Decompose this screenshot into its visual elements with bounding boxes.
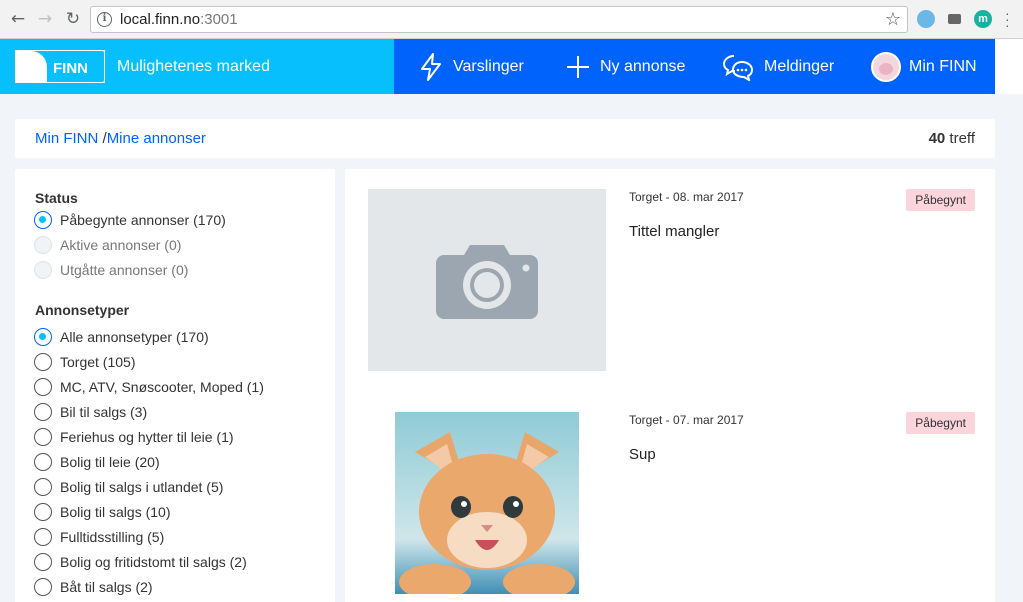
radio-button[interactable] [34, 211, 52, 229]
nav-label: Min FINN [909, 57, 977, 75]
filter-option-label: Torget (105) [60, 354, 136, 370]
address-bar[interactable]: i local.finn.no:3001 ☆ [90, 6, 908, 33]
site-header: FINN Mulighetenes marked Varslinger Ny a… [0, 39, 1023, 94]
filter-option: Utgåtte annonser (0) [34, 260, 188, 280]
results-panel: Torget - 08. mar 2017 Tittel mangler Påb… [345, 169, 995, 602]
radio-button[interactable] [34, 403, 52, 421]
ad-card[interactable]: Torget - 08. mar 2017 Tittel mangler Påb… [345, 169, 995, 371]
m-extension-icon[interactable]: m [974, 10, 992, 28]
filter-option[interactable]: Bolig til salgs i utlandet (5) [34, 477, 223, 497]
filter-option-label: Båt til salgs (2) [60, 579, 153, 595]
browser-menu-icon[interactable]: · · · [1005, 6, 1010, 32]
filter-option[interactable]: Bolig til salgs (10) [34, 502, 171, 522]
info-icon[interactable]: i [97, 12, 112, 27]
filter-option[interactable]: Båt til salgs (2) [34, 577, 153, 597]
breadcrumb-bar: Min FINN /Mine annonser 40 treff [15, 119, 995, 158]
filter-option[interactable]: Bolig til leie (20) [34, 452, 160, 472]
radio-button[interactable] [34, 328, 52, 346]
radio-button [34, 236, 52, 254]
filter-option[interactable]: Torget (105) [34, 352, 135, 372]
url-text[interactable]: local.finn.no:3001 [120, 11, 238, 28]
hit-count: 40 treff [928, 130, 975, 147]
status-badge: Påbegynt [906, 412, 975, 434]
radio-button[interactable] [34, 378, 52, 396]
filter-option[interactable]: Bolig og fritidstomt til salgs (2) [34, 552, 247, 572]
header-nav: Varslinger Ny annonse Meldinger Min FINN [394, 39, 995, 94]
filter-option[interactable]: Påbegynte annonser (170) [34, 210, 226, 230]
nav-varslinger[interactable]: Varslinger [419, 39, 524, 94]
filter-option-label: Bil til salgs (3) [60, 404, 148, 420]
nav-meldinger[interactable]: Meldinger [722, 39, 834, 94]
breadcrumb-mine-annonser[interactable]: Mine annonser [107, 130, 206, 147]
filter-option[interactable]: Fulltidsstilling (5) [34, 527, 164, 547]
svg-text:FINN: FINN [53, 60, 88, 77]
filter-option-label: Feriehus og hytter til leie (1) [60, 429, 234, 445]
types-heading: Annonsetyper [35, 302, 130, 318]
extension-icon[interactable] [917, 10, 935, 28]
filter-option[interactable]: Alle annonsetyper (170) [34, 327, 209, 347]
lightning-icon [421, 52, 441, 81]
ad-meta: Torget - 08. mar 2017 [629, 190, 744, 204]
filter-option-label: Påbegynte annonser (170) [60, 212, 226, 228]
plus-icon [567, 55, 589, 78]
reload-icon[interactable]: ↻ [63, 9, 83, 29]
filter-option-label: MC, ATV, Snøscooter, Moped (1) [60, 379, 264, 395]
ad-title[interactable]: Sup [629, 446, 656, 463]
breadcrumb-min-finn[interactable]: Min FINN [35, 130, 98, 147]
radio-button[interactable] [34, 578, 52, 596]
mail-extension-icon[interactable] [946, 10, 964, 28]
filter-option-label: Bolig til leie (20) [60, 454, 160, 470]
breadcrumb: Min FINN /Mine annonser [35, 130, 206, 147]
radio-button[interactable] [34, 453, 52, 471]
ad-title[interactable]: Tittel mangler [629, 223, 719, 240]
ad-image[interactable] [368, 189, 606, 371]
filter-option-label: Bolig og fritidstomt til salgs (2) [60, 554, 247, 570]
chat-icon [722, 54, 754, 81]
ad-meta: Torget - 07. mar 2017 [629, 413, 744, 427]
nav-label: Meldinger [764, 57, 835, 75]
filter-option-label: Alle annonsetyper (170) [60, 329, 209, 345]
filter-option-label: Utgåtte annonser (0) [60, 262, 189, 278]
filter-option[interactable]: Bil til salgs (3) [34, 402, 147, 422]
filter-option[interactable]: Feriehus og hytter til leie (1) [34, 427, 234, 447]
camera-placeholder-icon [436, 245, 538, 319]
finn-logo[interactable]: FINN [15, 50, 105, 83]
filter-option[interactable]: MC, ATV, Snøscooter, Moped (1) [34, 377, 264, 397]
filter-option-label: Bolig til salgs i utlandet (5) [60, 479, 224, 495]
bookmark-star-icon[interactable]: ☆ [885, 9, 901, 30]
back-arrow-icon[interactable]: ← [8, 9, 28, 29]
radio-button[interactable] [34, 428, 52, 446]
avatar [871, 51, 901, 82]
nav-ny-annonse[interactable]: Ny annonse [566, 39, 685, 94]
radio-button[interactable] [34, 503, 52, 521]
nav-min-finn[interactable]: Min FINN [871, 39, 977, 94]
site-tagline: Mulighetenes marked [117, 58, 270, 75]
forward-arrow-icon[interactable]: → [35, 9, 55, 29]
nav-label: Ny annonse [600, 57, 686, 75]
radio-button[interactable] [34, 478, 52, 496]
filter-panel: Status Påbegynte annonser (170) Aktive an… [15, 169, 335, 602]
filter-option: Aktive annonser (0) [34, 235, 181, 255]
filter-option-label: Bolig til salgs (10) [60, 504, 171, 520]
radio-button[interactable] [34, 553, 52, 571]
header-tail [995, 39, 1023, 94]
status-badge: Påbegynt [906, 189, 975, 211]
nav-label: Varslinger [453, 57, 524, 75]
breadcrumb-separator: / [98, 130, 107, 147]
radio-button[interactable] [34, 528, 52, 546]
kitten-photo[interactable] [395, 412, 579, 594]
status-heading: Status [35, 190, 78, 206]
filter-option-label: Fulltidsstilling (5) [60, 529, 165, 545]
browser-toolbar: ← → ↻ i local.finn.no:3001 ☆ m · · · [0, 0, 1023, 39]
radio-button[interactable] [34, 353, 52, 371]
filter-option-label: Aktive annonser (0) [60, 237, 182, 253]
radio-button [34, 261, 52, 279]
